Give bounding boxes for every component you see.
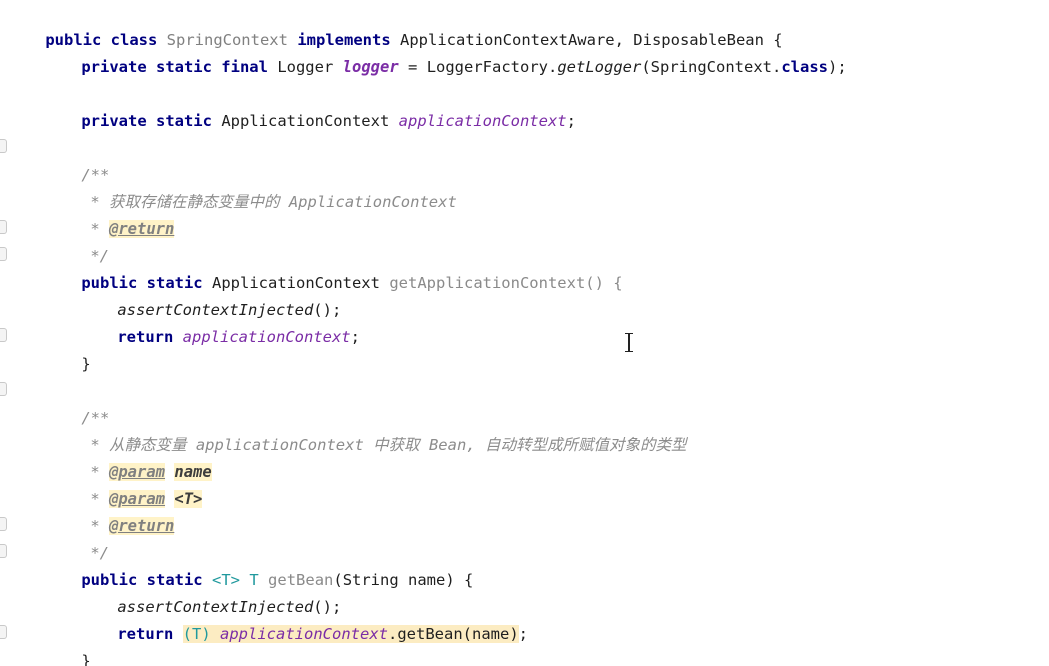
code-line-context-field[interactable]: private static ApplicationContext applic… xyxy=(44,81,576,130)
javadoc-tag: @return xyxy=(109,220,175,238)
type-name: Logger xyxy=(277,58,334,76)
semicolon: ; xyxy=(350,328,360,346)
code-line-javadoc-return[interactable]: * @return xyxy=(53,189,175,238)
keyword: return xyxy=(117,328,174,346)
code-line-close-brace[interactable]: } xyxy=(44,324,90,373)
brace: } xyxy=(81,355,91,373)
fold-marker-icon[interactable] xyxy=(0,382,7,396)
factory-name: LoggerFactory. xyxy=(426,58,558,76)
method-call: getLogger xyxy=(557,58,642,76)
args: (SpringContext. xyxy=(641,58,782,76)
brace: } xyxy=(81,652,91,666)
code-line-javadoc-open[interactable]: /** xyxy=(44,135,109,184)
keyword: class xyxy=(781,58,828,76)
fold-marker-icon[interactable] xyxy=(0,625,7,639)
signature-rest: () { xyxy=(585,274,623,292)
method-name: getApplicationContext xyxy=(389,274,586,292)
signature-rest: (String name) { xyxy=(333,571,474,589)
keyword: private static final xyxy=(81,58,268,76)
code-line-javadoc-desc[interactable]: * 获取存储在静态变量中的 ApplicationContext xyxy=(53,162,456,211)
javadoc-tag: @return xyxy=(109,517,175,535)
field-name: logger xyxy=(342,58,399,76)
code-line-javadoc-open[interactable]: /** xyxy=(44,378,109,427)
cast: (T) xyxy=(182,625,211,643)
fold-marker-icon[interactable] xyxy=(0,139,7,153)
fold-marker-icon[interactable] xyxy=(0,220,7,234)
code-line-method-call[interactable]: assertContextInjected(); xyxy=(80,270,341,319)
method-call: .getBean(name) xyxy=(388,625,519,643)
code-editor[interactable]: public class SpringContext implements Ap… xyxy=(0,0,1049,666)
operator: = xyxy=(408,58,418,76)
code-line-close-brace[interactable]: } xyxy=(44,621,90,666)
code-line-javadoc-desc[interactable]: * 从静态变量 applicationContext 中获取 Bean, 自动转… xyxy=(53,405,686,454)
field-ref: applicationContext xyxy=(220,625,388,643)
code-line-javadoc-param[interactable]: * @param <T> xyxy=(53,459,203,508)
keyword: private static xyxy=(81,112,212,130)
code-line-logger-field[interactable]: private static final Logger logger = Log… xyxy=(44,27,846,76)
code-line-return[interactable]: return applicationContext; xyxy=(80,297,360,346)
code-line-method-signature[interactable]: public static ApplicationContext getAppl… xyxy=(44,243,622,292)
field-ref: applicationContext xyxy=(182,328,351,346)
fold-marker-icon[interactable] xyxy=(0,517,7,531)
args-close: ); xyxy=(828,58,847,76)
semicolon: ; xyxy=(518,625,528,643)
field-name: applicationContext xyxy=(398,112,567,130)
type-name: ApplicationContext xyxy=(221,112,390,130)
text-cursor-icon xyxy=(623,333,635,353)
semicolon: ; xyxy=(566,112,576,130)
code-line-javadoc-param[interactable]: * @param name xyxy=(53,432,212,481)
highlighted-expression: (T) applicationContext.getBean(name) xyxy=(182,625,519,643)
fold-marker-icon[interactable] xyxy=(0,328,7,342)
code-line-class-declaration[interactable]: public class SpringContext implements Ap… xyxy=(8,0,782,49)
keyword: return xyxy=(117,625,174,643)
fold-marker-icon[interactable] xyxy=(0,544,7,558)
param-name: <T> xyxy=(174,490,203,508)
code-line-javadoc-close[interactable]: */ xyxy=(53,216,109,265)
code-line-method-call[interactable]: assertContextInjected(); xyxy=(80,567,341,616)
fold-marker-icon[interactable] xyxy=(0,247,7,261)
code-line-javadoc-close[interactable]: */ xyxy=(53,513,109,562)
code-line-javadoc-return[interactable]: * @return xyxy=(53,486,175,535)
code-line-return[interactable]: return (T) applicationContext.getBean(na… xyxy=(80,594,528,643)
code-line-method-signature[interactable]: public static <T> T getBean(String name)… xyxy=(44,540,473,589)
